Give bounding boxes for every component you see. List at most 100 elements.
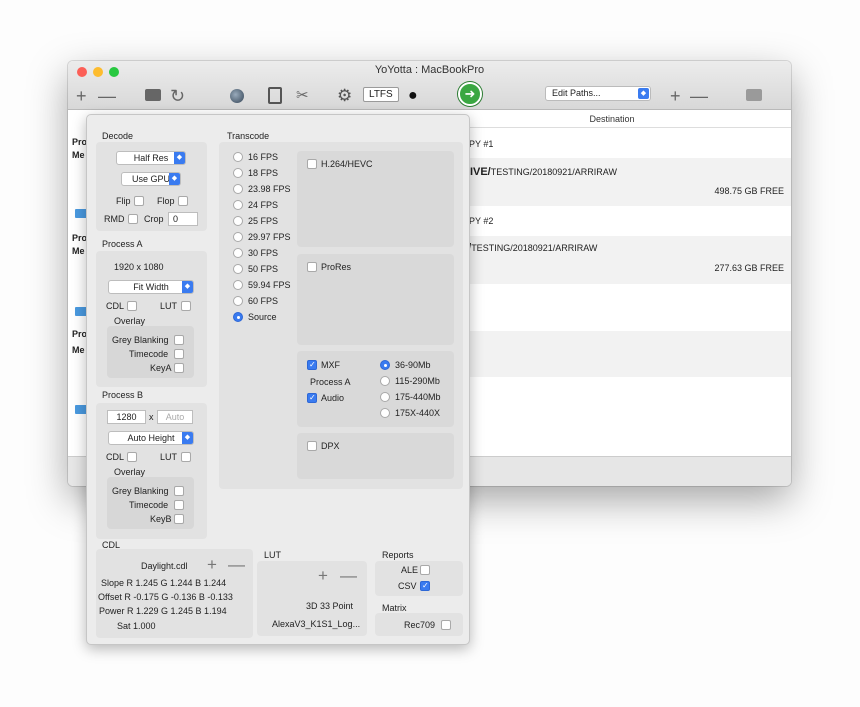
fps-label: 30 FPS xyxy=(248,248,279,258)
row-label: Me xyxy=(72,150,85,160)
fps-radio[interactable] xyxy=(233,216,243,226)
key-a-checkbox[interactable] xyxy=(174,363,184,373)
table-row[interactable]: OPY #2 xyxy=(462,216,791,226)
fps-radio[interactable] xyxy=(233,232,243,242)
remove-path-icon[interactable]: — xyxy=(690,87,708,105)
prores-checkbox[interactable] xyxy=(307,262,317,272)
crop-label: Crop xyxy=(144,214,164,224)
fps-label: 24 FPS xyxy=(248,200,279,210)
row-subpath: TESTING/20180921/ARRIRAW xyxy=(471,243,598,253)
rmd-checkbox[interactable] xyxy=(128,214,138,224)
csv-checkbox[interactable] xyxy=(420,581,430,591)
mxf-rate-label: 36-90Mb xyxy=(395,360,431,370)
process-b-fit-select[interactable]: Auto Height ◆ xyxy=(108,431,194,445)
chevron-updown-icon: ◆ xyxy=(182,432,193,444)
mxf-rate-radio[interactable] xyxy=(380,360,390,370)
fps-radio[interactable] xyxy=(233,200,243,210)
h264-label: H.264/HEVC xyxy=(321,159,373,169)
remove-lut-icon[interactable]: — xyxy=(340,567,357,584)
gear-icon[interactable]: ⚙ xyxy=(337,87,352,105)
matrix-title: Matrix xyxy=(382,603,407,613)
add-path-icon[interactable]: + xyxy=(670,87,681,105)
rmd-label: RMD xyxy=(104,214,125,224)
fps-label: 29.97 FPS xyxy=(248,232,291,242)
fps-radio[interactable] xyxy=(233,264,243,274)
gpu-select[interactable]: Use GPU ◆ xyxy=(121,172,181,186)
folder-icon[interactable] xyxy=(145,89,161,101)
process-b-title: Process B xyxy=(102,390,144,400)
flip-checkbox[interactable] xyxy=(134,196,144,206)
overlay-label: Overlay xyxy=(114,316,146,326)
fps-radio[interactable] xyxy=(233,184,243,194)
film-icon[interactable] xyxy=(268,87,282,104)
fps-radio[interactable] xyxy=(233,248,243,258)
timecode-b-checkbox[interactable] xyxy=(174,500,184,510)
dpx-label: DPX xyxy=(321,441,340,451)
process-a-lut-checkbox[interactable] xyxy=(181,301,191,311)
free-space: 277.63 GB FREE xyxy=(714,263,784,273)
fps-radio[interactable] xyxy=(233,152,243,162)
mxf-rate-radio[interactable] xyxy=(380,376,390,386)
h264-checkbox[interactable] xyxy=(307,159,317,169)
process-b-cdl-checkbox[interactable] xyxy=(127,452,137,462)
audio-checkbox[interactable] xyxy=(307,393,317,403)
remove-icon[interactable]: — xyxy=(98,87,116,105)
timecode-label: Timecode xyxy=(129,349,169,359)
ale-checkbox[interactable] xyxy=(420,565,430,575)
remove-cdl-icon[interactable]: — xyxy=(228,556,245,573)
transcode-title: Transcode xyxy=(227,131,270,141)
fps-radio[interactable] xyxy=(233,312,243,322)
refresh-icon[interactable]: ↻ xyxy=(170,87,185,105)
process-b-lut-checkbox[interactable] xyxy=(181,452,191,462)
grey-blanking-label: Grey Blanking xyxy=(112,486,169,496)
process-a-cdl-checkbox[interactable] xyxy=(127,301,137,311)
prores-label: ProRes xyxy=(321,262,352,272)
process-b-width-input[interactable]: 1280 xyxy=(107,410,146,424)
cdl-file: Daylight.cdl xyxy=(141,561,188,571)
edit-paths-select[interactable]: Edit Paths... ◆ xyxy=(545,86,651,101)
table-row[interactable]: OPY #1 xyxy=(462,139,791,149)
add-cdl-icon[interactable]: + xyxy=(207,556,217,573)
flop-checkbox[interactable] xyxy=(178,196,188,206)
timecode-a-checkbox[interactable] xyxy=(174,349,184,359)
fps-radio[interactable] xyxy=(233,168,243,178)
process-b-height-input[interactable]: Auto xyxy=(157,410,193,424)
table-row[interactable] xyxy=(462,331,791,377)
globe-icon[interactable] xyxy=(230,89,244,103)
crop-input[interactable]: 0 xyxy=(168,212,198,226)
audio-label: Audio xyxy=(321,393,345,403)
fps-radio[interactable] xyxy=(233,296,243,306)
grey-blanking-a-checkbox[interactable] xyxy=(174,335,184,345)
mxf-checkbox[interactable] xyxy=(307,360,317,370)
process-a-fit-select[interactable]: Fit Width ◆ xyxy=(108,280,194,294)
ltfs-button[interactable]: LTFS xyxy=(363,87,399,102)
decode-title: Decode xyxy=(102,131,134,141)
key-b-checkbox[interactable] xyxy=(174,514,184,524)
lut-file: AlexaV3_K1S1_Log... xyxy=(272,619,361,629)
table-row[interactable]: 1/TESTING/20180921/ARRIRAW 277.63 GB FRE… xyxy=(462,236,791,284)
folder-disabled-icon xyxy=(746,89,762,101)
add-lut-icon[interactable]: + xyxy=(318,567,328,584)
table-row[interactable]: RIVE/TESTING/20180921/ARRIRAW 498.75 GB … xyxy=(462,158,791,206)
chevron-updown-icon: ◆ xyxy=(174,152,185,164)
edit-paths-label: Edit Paths... xyxy=(552,88,601,98)
lut-type: 3D 33 Point xyxy=(306,601,354,611)
rec709-checkbox[interactable] xyxy=(441,620,451,630)
row-subpath: TESTING/20180921/ARRIRAW xyxy=(490,167,617,177)
mxf-rate-radio[interactable] xyxy=(380,408,390,418)
add-icon[interactable]: + xyxy=(76,87,87,105)
table-row[interactable] xyxy=(462,377,791,423)
mxf-rate-radio[interactable] xyxy=(380,392,390,402)
scissors-icon[interactable]: ✂ xyxy=(296,87,309,105)
resolution-select[interactable]: Half Res ◆ xyxy=(116,151,186,165)
cdl-slope: Slope R 1.245 G 1.244 B 1.244 xyxy=(101,578,227,588)
dpx-checkbox[interactable] xyxy=(307,441,317,451)
go-arrow-button[interactable]: ➜ xyxy=(458,82,482,106)
grey-blanking-b-checkbox[interactable] xyxy=(174,486,184,496)
fps-radio[interactable] xyxy=(233,280,243,290)
flop-label: Flop xyxy=(157,196,175,206)
fps-label: 25 FPS xyxy=(248,216,279,226)
mxf-label: MXF xyxy=(321,360,340,370)
user-icon[interactable]: ● xyxy=(408,87,418,105)
lut-title: LUT xyxy=(264,550,282,560)
